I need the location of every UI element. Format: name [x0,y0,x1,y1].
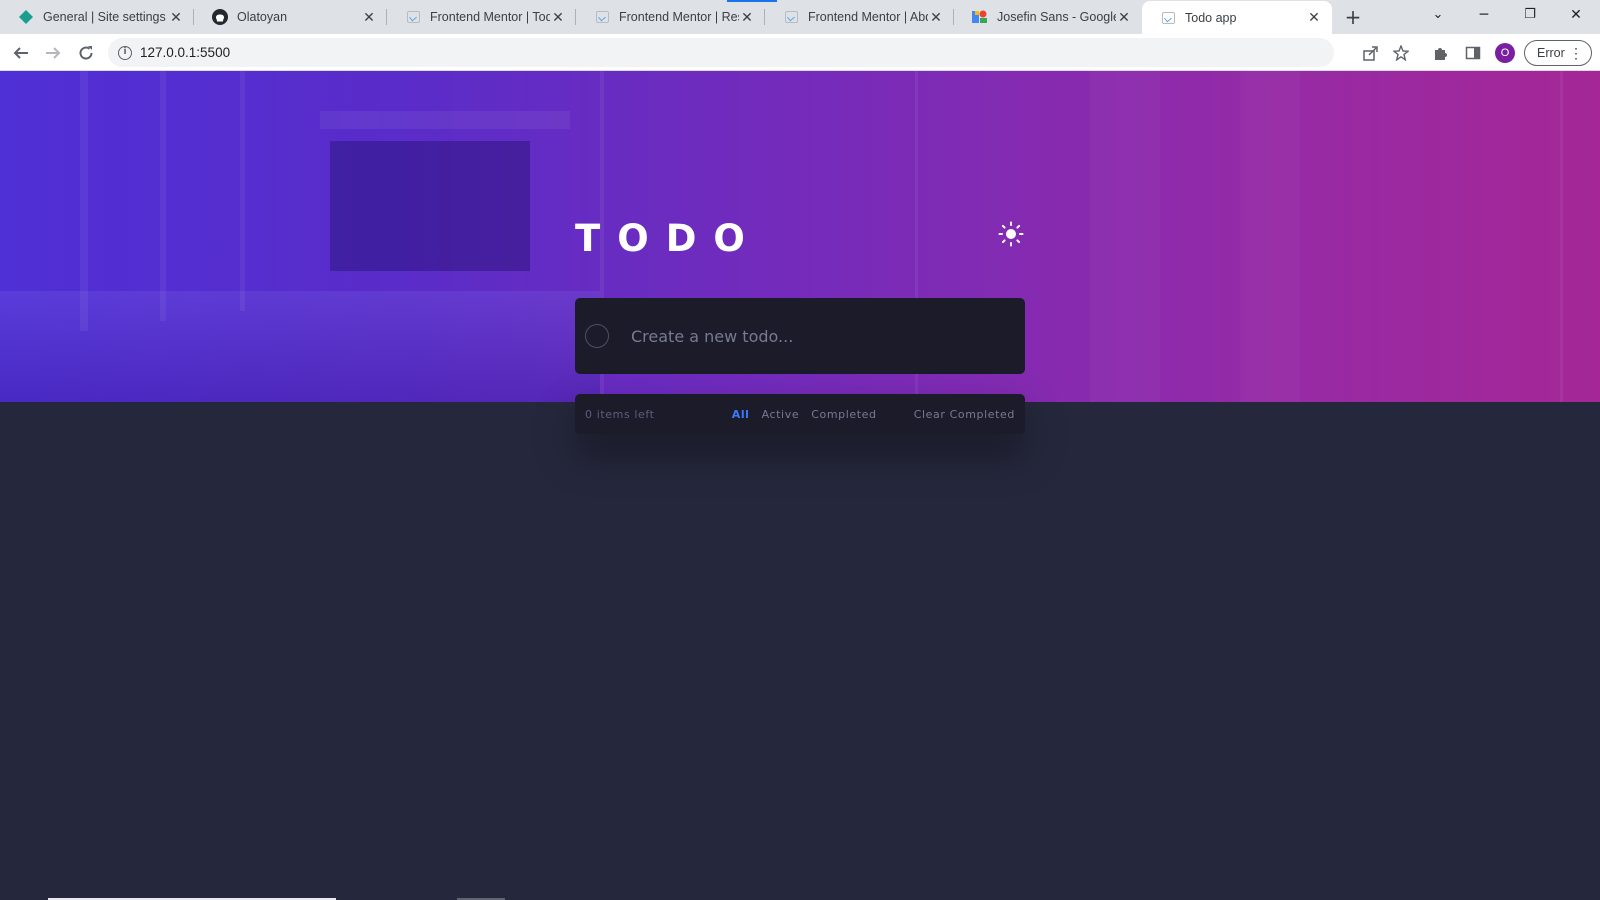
close-icon[interactable]: ✕ [361,9,377,26]
bookmark-star-icon[interactable] [1386,34,1416,71]
hero-column-decor [1240,71,1300,402]
tab-frontend-mentor-abd[interactable]: Frontend Mentor | Abd ✕ [765,0,954,34]
profile-avatar[interactable]: O [1495,43,1515,63]
tab-frontend-mentor-todo[interactable]: Frontend Mentor | Todo ✕ [387,0,576,34]
filter-all[interactable]: All [732,408,750,421]
extensions-puzzle-icon[interactable] [1426,34,1456,71]
frame-icon [594,9,610,25]
app-header: TODO [575,215,1025,263]
tab-title: General | Site settings [43,10,166,24]
tab-site-settings[interactable]: General | Site settings ✕ [0,0,194,34]
clear-completed-button[interactable]: Clear Completed [914,408,1015,421]
close-icon[interactable]: ✕ [739,9,755,26]
github-icon [212,9,228,25]
hero-floor-decor [0,291,600,402]
tab-title: Josefin Sans - Google F [997,10,1116,24]
restore-icon[interactable]: ❐ [1507,0,1553,30]
new-tab-button[interactable]: + [1342,6,1364,28]
filter-completed[interactable]: Completed [811,408,876,421]
app-logo: TODO [575,217,762,260]
error-label: Error [1537,46,1565,60]
tab-title: Frontend Mentor | Resp [619,10,739,24]
sun-icon[interactable] [997,220,1025,248]
frame-icon [1160,10,1176,26]
tab-github[interactable]: Olatoyan ✕ [194,0,387,34]
minimize-icon[interactable]: ─ [1461,0,1507,30]
hero-ceiling-decor [320,111,570,129]
hero-pillar-decor [240,71,245,311]
filter-active[interactable]: Active [762,408,800,421]
google-fonts-icon [972,9,988,25]
window-close-icon[interactable]: ✕ [1553,0,1599,30]
new-todo-input[interactable] [631,326,1025,346]
tab-title: Olatoyan [237,10,288,24]
tab-title: Frontend Mentor | Todo [430,10,550,24]
tab-title: Frontend Mentor | Abd [808,10,928,24]
close-icon[interactable]: ✕ [550,9,566,26]
tab-google-fonts[interactable]: Josefin Sans - Google F ✕ [954,0,1142,34]
diamond-icon [18,9,34,25]
tab-search-chevron-icon[interactable]: ⌄ [1415,0,1461,30]
close-icon[interactable]: ✕ [928,9,944,26]
close-icon[interactable]: ✕ [1116,9,1132,26]
tab-strip: General | Site settings ✕ Olatoyan ✕ Fro… [0,0,1600,34]
hero-pillar-decor [80,71,88,331]
site-info-icon[interactable]: i [118,45,132,60]
items-left-count: 0 items left [585,407,655,421]
close-icon[interactable]: ✕ [1306,9,1322,26]
tab-title: Todo app [1185,10,1237,25]
frame-icon [405,9,421,25]
error-button[interactable]: Error ⋮ [1524,40,1592,66]
hero-pillar-decor [160,71,166,321]
address-bar[interactable]: i 127.0.0.1:5500 [108,38,1334,67]
close-icon[interactable]: ✕ [168,9,184,26]
todo-footer: 0 items left All Active Completed Clear … [575,394,1025,434]
back-arrow-icon[interactable] [6,34,36,71]
browser-toolbar: i 127.0.0.1:5500 [0,34,1600,71]
side-panel-icon[interactable] [1458,34,1488,71]
hero-pillar-decor [1560,71,1563,402]
forward-arrow-icon[interactable] [38,34,68,71]
new-todo-check-circle[interactable] [585,324,609,348]
todo-app: TODO 0 items left All Active Completed C… [575,215,1025,434]
hero-column-decor [1090,71,1160,402]
share-icon[interactable] [1355,34,1385,71]
reload-icon[interactable] [71,34,101,71]
new-todo-form [575,298,1025,374]
tab-todo-app[interactable]: Todo app ✕ [1142,1,1332,34]
hero-doorway-decor [330,141,530,271]
tab-frontend-mentor-resp[interactable]: Frontend Mentor | Resp ✕ [576,0,765,34]
kebab-menu-icon[interactable]: ⋮ [1569,44,1583,62]
frame-icon [783,9,799,25]
url-text[interactable]: 127.0.0.1:5500 [140,45,230,60]
filter-group: All Active Completed [732,408,877,421]
